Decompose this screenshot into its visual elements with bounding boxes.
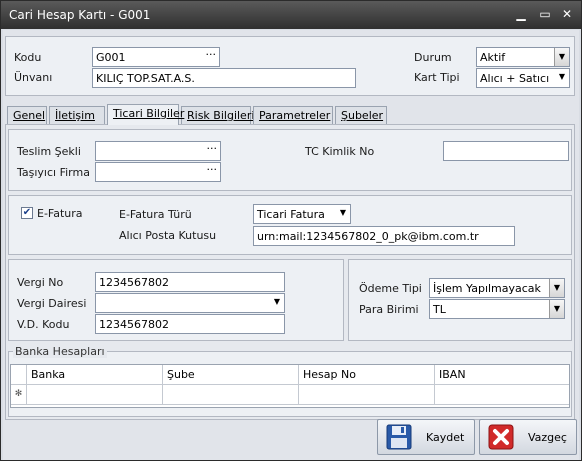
header-panel: Kodu G001 ··· Ünvanı KILIÇ TOP.SAT.A.S. … (5, 36, 575, 96)
title-bar[interactable]: Cari Hesap Kartı - G001 ▁ ▭ ✕ (1, 1, 581, 29)
grid-new-row-marker: ✻ (11, 385, 27, 405)
alici-posta-field[interactable]: urn:mail:1234567802_0_pk@ibm.com.tr (253, 226, 515, 246)
tasiyici-firma-lookup-icon[interactable]: ··· (207, 163, 218, 176)
teslim-sekli-label: Teslim Şekli (17, 145, 81, 158)
grid-cell-hesap-no[interactable] (299, 385, 435, 405)
vazgec-label: Vazgeç (528, 431, 567, 444)
durum-value: Aktif (480, 51, 506, 64)
tasiyici-firma-field[interactable]: ··· (95, 162, 221, 182)
unvani-field[interactable]: KILIÇ TOP.SAT.A.S. (92, 68, 356, 88)
vergi-dairesi-dropdown-icon[interactable]: ▼ (274, 297, 280, 306)
alici-posta-label: Alıcı Posta Kutusu (119, 229, 217, 242)
kodu-field[interactable]: G001 ··· (92, 47, 220, 67)
odeme-tipi-select[interactable]: İşlem Yapılmayacak ▼ (429, 278, 565, 298)
odeme-tipi-value: İşlem Yapılmayacak (433, 282, 541, 295)
alici-posta-value: urn:mail:1234567802_0_pk@ibm.com.tr (257, 230, 479, 243)
save-icon (386, 424, 412, 450)
para-birimi-value: TL (433, 303, 446, 316)
tasiyici-firma-label: Taşıyıcı Firma (17, 166, 90, 179)
unvani-value: KILIÇ TOP.SAT.A.S. (96, 72, 195, 85)
vergi-no-label: Vergi No (17, 276, 64, 289)
kaydet-button[interactable]: Kaydet (377, 419, 475, 455)
kart-tipi-select[interactable]: Alıcı + Satıcı ▼ (476, 68, 570, 88)
tab-subeler[interactable]: Şubeler (335, 106, 387, 124)
teslim-sekli-lookup-icon[interactable]: ··· (207, 142, 218, 155)
durum-dropdown-icon[interactable]: ▼ (554, 48, 569, 66)
teslim-sekli-field[interactable]: ··· (95, 141, 221, 161)
tab-parametreler[interactable]: Parametreler (253, 106, 333, 124)
grid-header-hesap-no[interactable]: Hesap No (299, 365, 435, 385)
efatura-turu-value: Ticari Fatura (257, 208, 325, 221)
kodu-label: Kodu (14, 51, 42, 64)
para-birimi-dropdown-icon[interactable]: ▼ (549, 300, 564, 318)
para-birimi-select[interactable]: TL ▼ (429, 299, 565, 319)
grid-cell-sube[interactable] (163, 385, 299, 405)
odeme-section: Ödeme Tipi İşlem Yapılmayacak ▼ Para Bir… (348, 259, 572, 341)
vergi-dairesi-select[interactable]: ▼ (95, 293, 285, 313)
vazgec-button[interactable]: Vazgeç (479, 419, 577, 455)
form-content: Kodu G001 ··· Ünvanı KILIÇ TOP.SAT.A.S. … (3, 30, 579, 460)
tab-risk-bilgileri[interactable]: Risk Bilgileri (181, 106, 254, 124)
grid-indicator-header (11, 365, 27, 385)
efatura-turu-dropdown-icon[interactable]: ▼ (340, 208, 346, 217)
maximize-icon[interactable]: ▭ (537, 6, 553, 22)
kart-tipi-value: Alıcı + Satıcı (480, 72, 550, 85)
kaydet-label: Kaydet (426, 431, 465, 444)
vergi-no-value: 1234567802 (99, 276, 169, 289)
cancel-icon (488, 424, 514, 450)
banka-hesaplari-grid[interactable]: Banka Şube Hesap No IBAN ✻ (10, 364, 570, 408)
kodu-value: G001 (96, 51, 126, 64)
minimize-icon[interactable]: ▁ (513, 6, 529, 22)
close-icon[interactable]: ✕ (559, 6, 575, 22)
odeme-tipi-dropdown-icon[interactable]: ▼ (549, 279, 564, 297)
tc-kimlik-label: TC Kimlik No (305, 145, 375, 158)
kart-tipi-label: Kart Tipi (414, 71, 460, 84)
vd-kodu-label: V.D. Kodu (17, 318, 70, 331)
vergi-no-field[interactable]: 1234567802 (95, 272, 285, 292)
unvani-label: Ünvanı (14, 71, 53, 84)
grid-cell-banka[interactable] (27, 385, 163, 405)
cari-hesap-window: Cari Hesap Kartı - G001 ▁ ▭ ✕ Kodu G001 … (0, 0, 582, 461)
odeme-tipi-label: Ödeme Tipi (359, 282, 422, 295)
durum-select[interactable]: Aktif ▼ (476, 47, 570, 67)
vd-kodu-field[interactable]: 1234567802 (95, 314, 285, 334)
tab-genel[interactable]: Genel (7, 106, 47, 124)
grid-cell-iban[interactable] (435, 385, 569, 405)
grid-header-banka[interactable]: Banka (27, 365, 163, 385)
teslim-section: Teslim Şekli ··· Taşıyıcı Firma ··· TC K… (8, 129, 572, 191)
vd-kodu-value: 1234567802 (99, 318, 169, 331)
efatura-label: E-Fatura (37, 207, 83, 220)
efatura-turu-select[interactable]: Ticari Fatura ▼ (253, 204, 351, 224)
tc-kimlik-field[interactable] (443, 141, 569, 161)
grid-header-iban[interactable]: IBAN (435, 365, 569, 385)
grid-header-sube[interactable]: Şube (163, 365, 299, 385)
window-title: Cari Hesap Kartı - G001 (9, 8, 151, 22)
durum-label: Durum (414, 51, 452, 64)
tab-ticari-bilgiler[interactable]: Ticari Bilgiler (107, 104, 184, 125)
efatura-checkbox[interactable]: ✔ (21, 207, 33, 219)
efatura-turu-label: E-Fatura Türü (119, 208, 192, 221)
para-birimi-label: Para Birimi (359, 303, 419, 316)
tab-iletisim[interactable]: İletişim (49, 106, 105, 124)
efatura-section: ✔ E-Fatura E-Fatura Türü Ticari Fatura ▼… (8, 195, 572, 255)
kart-tipi-dropdown-icon[interactable]: ▼ (559, 72, 565, 81)
banka-hesaplari-title: Banka Hesapları (13, 345, 107, 358)
vergi-section: Vergi No 1234567802 Vergi Dairesi ▼ V.D.… (8, 259, 344, 341)
kodu-lookup-icon[interactable]: ··· (206, 48, 217, 61)
vergi-dairesi-label: Vergi Dairesi (17, 297, 87, 310)
